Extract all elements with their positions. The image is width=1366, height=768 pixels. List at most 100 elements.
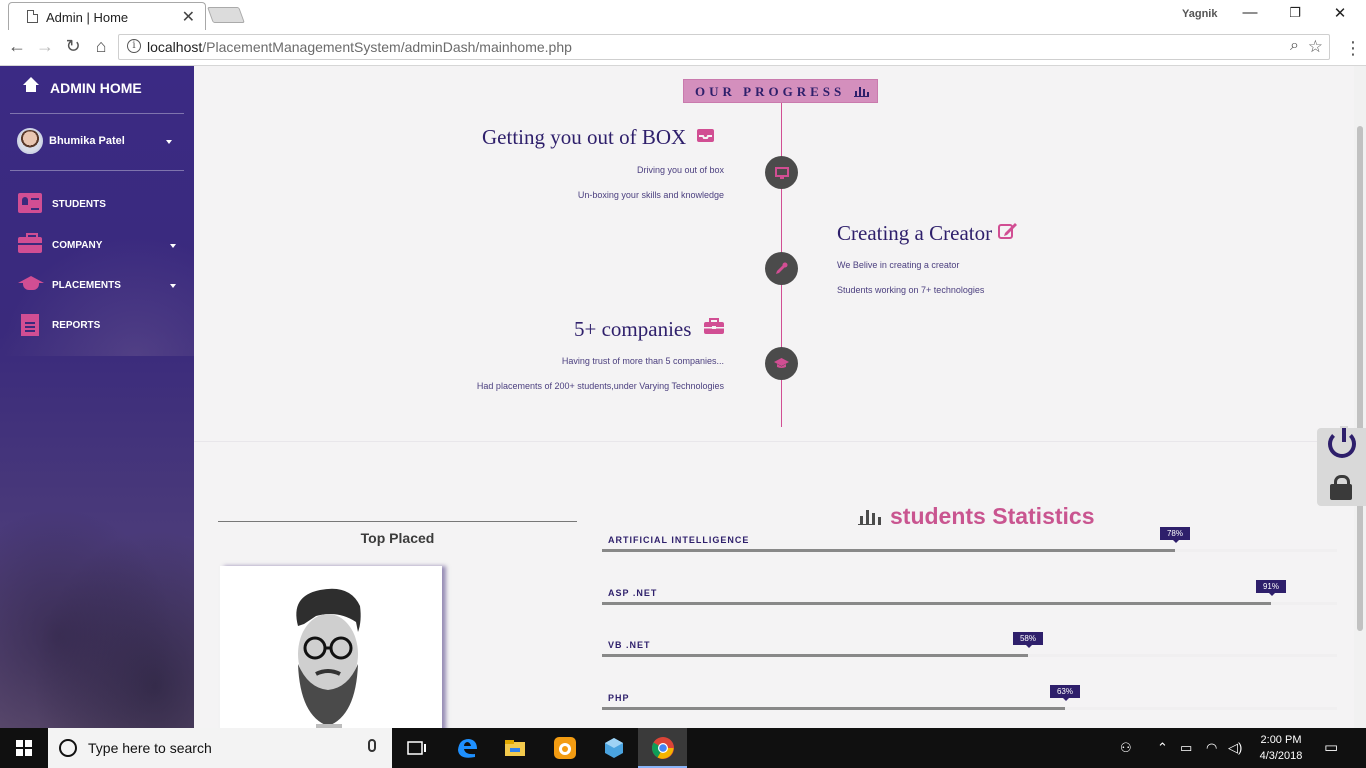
- timeline-line-text: Students working on 7+ technologies: [837, 285, 985, 295]
- power-icon[interactable]: [1328, 426, 1356, 458]
- sidebar-item-label: REPORTS: [52, 320, 101, 331]
- timeline-line-text: We Belive in creating a creator: [837, 260, 960, 270]
- top-placed-title: Top Placed: [360, 530, 435, 546]
- virtualbox-icon[interactable]: [602, 736, 626, 760]
- sidebar-item-students[interactable]: STUDENTS: [18, 193, 182, 217]
- close-window-icon[interactable]: ✕: [1325, 4, 1355, 22]
- minimize-icon[interactable]: —: [1235, 4, 1265, 21]
- side-toolbar: [1317, 426, 1366, 506]
- timeline-line-text: Had placements of 200+ students,under Va…: [476, 381, 724, 391]
- scrollbar-thumb[interactable]: [1357, 126, 1363, 631]
- back-icon[interactable]: ←: [5, 36, 29, 57]
- info-icon[interactable]: i: [127, 39, 141, 53]
- briefcase-icon: [18, 233, 42, 253]
- file-text-icon: [21, 314, 39, 336]
- profile-name[interactable]: Yagnik: [1182, 8, 1217, 20]
- timeline-heading-text: Getting you out of BOX: [482, 125, 687, 149]
- url-host: localhost: [147, 39, 203, 55]
- sidebar-item-placements[interactable]: PLACEMENTS: [18, 274, 182, 298]
- close-tab-icon[interactable]: ✕: [182, 7, 195, 27]
- forward-icon[interactable]: →: [33, 36, 57, 57]
- bookmark-star-icon[interactable]: ☆: [1308, 37, 1323, 57]
- timeline-heading: Creating a Creator: [837, 220, 1018, 246]
- students-statistics-title: students Statistics: [858, 503, 1095, 530]
- timeline-heading: Getting you out of BOX: [482, 124, 715, 150]
- taskbar-active-chrome[interactable]: [638, 728, 687, 768]
- tab-title: Admin | Home: [46, 10, 129, 25]
- taskbar-search[interactable]: Type here to search: [48, 728, 392, 768]
- home-icon[interactable]: ⌂: [89, 36, 113, 57]
- sidebar-item-reports[interactable]: REPORTS: [18, 314, 182, 338]
- admin-home-link[interactable]: ADMIN HOME: [22, 77, 142, 96]
- clock-date: 4/3/2018: [1259, 750, 1303, 762]
- action-center-icon[interactable]: ▭: [1324, 738, 1338, 756]
- uc-browser-icon[interactable]: [553, 736, 577, 760]
- wifi-icon[interactable]: ◠: [1206, 740, 1217, 756]
- timeline-heading: 5+ companies: [574, 316, 725, 342]
- caret-down-icon: [166, 140, 172, 144]
- admin-home-label: ADMIN HOME: [50, 80, 142, 96]
- show-hidden-icons-chevron[interactable]: ⌃: [1157, 740, 1168, 756]
- eyedropper-icon: [765, 252, 798, 285]
- skill-fill: [602, 654, 1028, 657]
- home-icon: [22, 77, 40, 94]
- file-explorer-icon[interactable]: [503, 736, 527, 760]
- bar-chart-icon: [858, 507, 882, 525]
- skill-bar: VB .NET 58%: [602, 632, 1337, 670]
- briefcase-icon: [703, 316, 725, 341]
- timeline-line-text: Having trust of more than 5 companies...: [561, 356, 724, 366]
- main-content: OUR PROGRESS Getting you out of BOX Driv…: [194, 66, 1354, 728]
- graduation-cap-icon: [765, 347, 798, 380]
- zoom-icon[interactable]: ⌕: [1290, 37, 1299, 55]
- skill-fill: [602, 549, 1175, 552]
- browser-tab-bar: Admin | Home ✕ Yagnik — ❐ ✕: [0, 0, 1366, 30]
- stats-title-text: students Statistics: [890, 503, 1095, 529]
- restore-icon[interactable]: ❐: [1280, 5, 1310, 21]
- url-text[interactable]: localhost/PlacementManagementSystem/admi…: [147, 39, 572, 55]
- volume-icon[interactable]: ◁): [1228, 740, 1242, 756]
- sidebar: ADMIN HOME Bhumika Patel STUDENTS COMPAN…: [0, 66, 194, 728]
- edge-browser-icon[interactable]: [455, 736, 479, 760]
- browser-tab[interactable]: Admin | Home ✕: [8, 2, 206, 30]
- page-scrollbar[interactable]: [1354, 66, 1366, 728]
- sidebar-item-company[interactable]: COMPANY: [18, 233, 182, 258]
- skill-bar: ASP .NET 91%: [602, 580, 1337, 618]
- skill-percent-badge: 78%: [1160, 527, 1190, 543]
- skill-fill: [602, 707, 1065, 710]
- chrome-icon: [651, 736, 675, 760]
- id-card-icon: [18, 193, 42, 213]
- top-placed-photo[interactable]: [220, 566, 442, 728]
- address-bar[interactable]: i localhost/PlacementManagementSystem/ad…: [118, 34, 1330, 60]
- divider: [10, 170, 184, 171]
- sidebar-item-label: COMPANY: [52, 240, 103, 251]
- new-tab-button[interactable]: [207, 7, 245, 23]
- microphone-icon[interactable]: [368, 739, 376, 752]
- browser-toolbar: ← → ↻ ⌂ i localhost/PlacementManagementS…: [0, 30, 1366, 66]
- timeline-node: [765, 252, 798, 285]
- inbox-icon: [696, 124, 715, 149]
- divider: [10, 113, 184, 114]
- sidebar-background-rocks: [0, 486, 194, 728]
- our-progress-badge: OUR PROGRESS: [683, 79, 878, 103]
- sidebar-item-label: PLACEMENTS: [52, 280, 121, 291]
- graduation-cap-icon: [18, 274, 44, 294]
- skill-name: ASP .NET: [608, 588, 658, 598]
- lock-icon[interactable]: [1330, 475, 1352, 500]
- timeline-line-text: Driving you out of box: [636, 165, 724, 175]
- caret-down-icon: [170, 284, 176, 288]
- timeline-heading-text: Creating a Creator: [837, 221, 993, 245]
- windows-start-icon[interactable]: [16, 740, 32, 756]
- reload-icon[interactable]: ↻: [61, 36, 85, 57]
- people-icon[interactable]: ⚇: [1120, 740, 1132, 756]
- timeline-heading-text: 5+ companies: [574, 317, 692, 341]
- battery-icon[interactable]: ▭: [1180, 740, 1192, 756]
- timeline-node: [765, 156, 798, 189]
- browser-menu-icon[interactable]: ⋮: [1344, 38, 1362, 59]
- user-menu[interactable]: Bhumika Patel: [17, 128, 172, 154]
- taskbar-clock[interactable]: 2:00 PM 4/3/2018: [1252, 732, 1310, 764]
- caret-down-icon: [170, 244, 176, 248]
- student-portrait-image: [296, 588, 361, 728]
- skill-fill: [602, 602, 1271, 605]
- task-view-icon[interactable]: [405, 736, 429, 760]
- sidebar-item-label: STUDENTS: [52, 199, 106, 210]
